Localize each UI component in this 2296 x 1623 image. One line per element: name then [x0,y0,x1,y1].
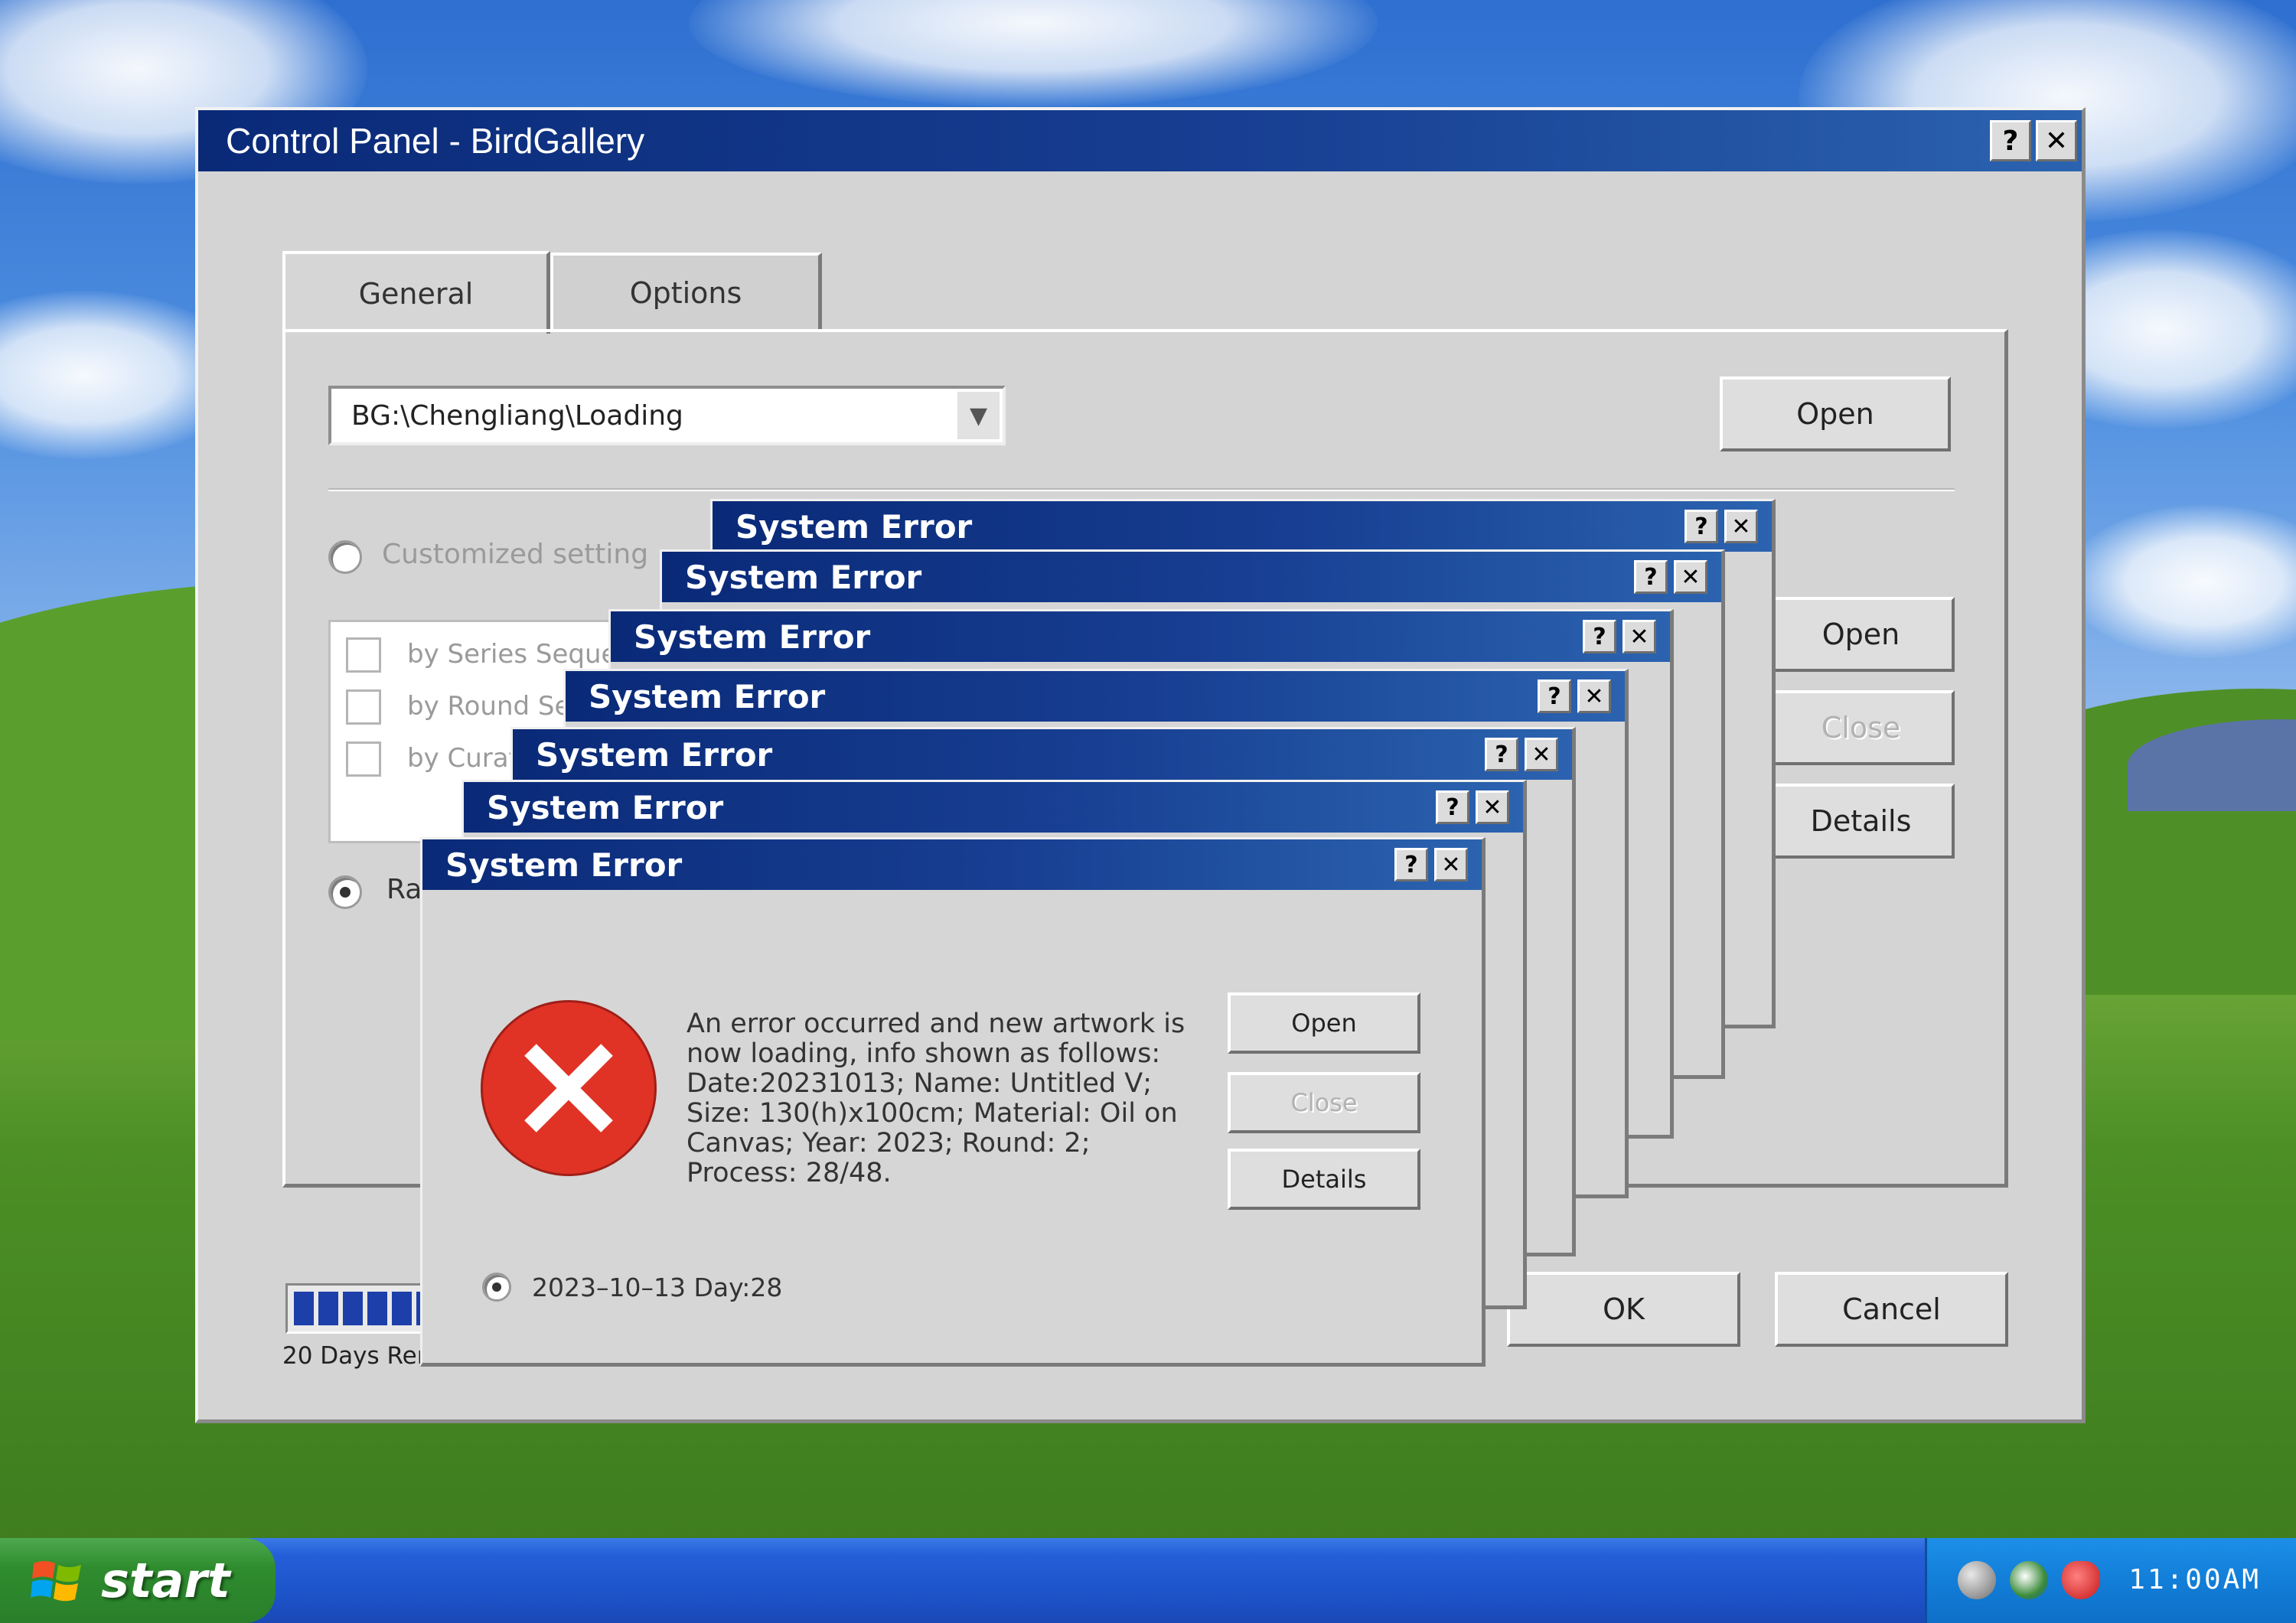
customized-setting-radio[interactable] [328,540,362,574]
progress-segment [318,1292,338,1325]
error-title-bar[interactable]: System Error ? ✕ [422,839,1482,890]
close-button[interactable]: ✕ [1476,790,1509,824]
divider [328,488,1955,491]
panel-details-label: Details [1810,804,1912,838]
close-button[interactable]: ✕ [2036,120,2077,161]
date-day-label: 2023–10–13 Day:28 [532,1273,783,1302]
chevron-down-icon[interactable]: ▼ [955,392,1000,439]
windows-logo-icon [31,1560,81,1601]
error-title: System Error [735,507,973,546]
help-button[interactable]: ? [1394,848,1428,882]
days-remaining-label: 20 Days Ren [282,1342,432,1370]
option-series-sequence: by Series Seque [407,639,618,670]
cancel-button[interactable]: Cancel [1775,1272,2008,1347]
progress-segment [392,1292,412,1325]
option-round-sequence: by Round Se [407,691,571,722]
tab-general[interactable]: General [282,251,550,334]
error-open-label: Open [1291,1009,1357,1038]
close-button[interactable]: ✕ [1577,680,1611,713]
customized-setting-label: Customized setting [382,539,649,570]
tab-options[interactable]: Options [550,253,822,331]
tab-options-label: Options [629,276,742,310]
error-title-bar[interactable]: System Error ? ✕ [662,552,1721,602]
panel-open-label: Open [1821,618,1900,651]
start-button[interactable]: start [0,1538,276,1623]
error-title-bar[interactable]: System Error ? ✕ [513,729,1572,780]
ok-label: OK [1603,1292,1645,1326]
window-title: Control Panel - BirdGallery [226,121,645,161]
error-title: System Error [589,677,826,715]
speaker-icon[interactable] [1958,1561,1996,1599]
close-button[interactable]: ✕ [1674,560,1707,594]
error-title-bar[interactable]: System Error ? ✕ [611,611,1670,662]
close-button[interactable]: ✕ [1525,738,1558,771]
error-title-bar[interactable]: System Error ? ✕ [464,782,1523,833]
help-button[interactable]: ? [1684,510,1718,543]
error-title: System Error [685,558,922,596]
progress-segment [343,1292,363,1325]
system-tray: 11:00AM [1925,1538,2296,1623]
panel-open-button[interactable]: Open [1767,597,1955,672]
panel-close-button[interactable]: Close [1767,690,1955,765]
panel-close-label: Close [1821,711,1901,745]
control-panel-title-bar[interactable]: Control Panel - BirdGallery ? ✕ [198,110,2082,171]
checkbox-series-sequence[interactable] [346,637,381,673]
help-button[interactable]: ? [1634,560,1668,594]
help-button[interactable]: ? [1436,790,1469,824]
checkbox-round-sequence[interactable] [346,689,381,725]
date-radio[interactable] [482,1273,511,1302]
error-window-front[interactable]: System Error ? ✕ An error occurred and n… [420,837,1486,1367]
error-title: System Error [445,846,683,884]
clock: 11:00AM [2128,1564,2261,1595]
tab-general-label: General [358,277,474,311]
close-button[interactable]: ✕ [1434,848,1468,882]
error-close-button[interactable]: Close [1228,1072,1420,1133]
error-open-button[interactable]: Open [1228,992,1420,1054]
error-title: System Error [487,788,724,826]
error-details-button[interactable]: Details [1228,1149,1420,1210]
path-combobox[interactable]: BG:\Chengliang\Loading ▼ [328,386,1006,445]
help-button[interactable]: ? [1538,680,1571,713]
help-button[interactable]: ? [1583,620,1616,653]
checkbox-curator[interactable] [346,741,381,777]
error-message: An error occurred and new artwork is now… [687,1009,1186,1188]
error-title-bar[interactable]: System Error ? ✕ [566,671,1625,722]
taskbar: start 11:00AM [0,1538,2296,1623]
start-label: start [101,1553,230,1608]
help-button[interactable]: ? [1990,120,2031,161]
error-close-label: Close [1290,1088,1358,1117]
security-shield-icon[interactable] [2062,1561,2100,1599]
network-icon[interactable] [2010,1561,2048,1599]
error-title: System Error [634,618,871,656]
open-path-button[interactable]: Open [1720,376,1951,451]
error-title: System Error [536,735,773,774]
progress-segment [367,1292,387,1325]
open-path-label: Open [1796,397,1874,431]
help-button[interactable]: ? [1485,738,1518,771]
error-title-bar[interactable]: System Error ? ✕ [713,501,1772,552]
panel-details-button[interactable]: Details [1767,784,1955,859]
cancel-label: Cancel [1842,1292,1941,1326]
random-radio[interactable] [328,875,362,909]
error-details-label: Details [1281,1165,1367,1194]
close-button[interactable]: ✕ [1724,510,1758,543]
close-button[interactable]: ✕ [1623,620,1656,653]
error-x-icon [481,1000,657,1176]
option-curator: by Curat [407,743,519,774]
ok-button[interactable]: OK [1507,1272,1740,1347]
progress-segment [294,1292,314,1325]
path-value: BG:\Chengliang\Loading [351,399,683,432]
random-label: Ra [386,874,422,905]
